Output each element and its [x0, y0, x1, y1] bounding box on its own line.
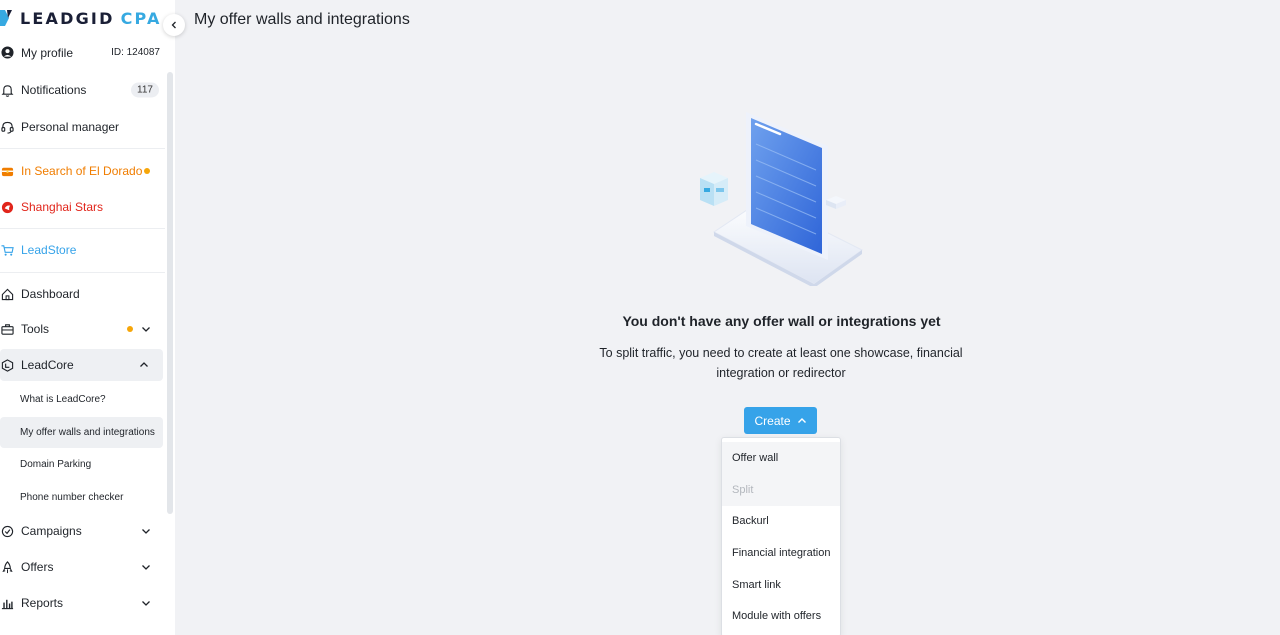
menu-item-offer-wall[interactable]: Offer wall	[722, 442, 840, 474]
sidebar-item-label: LeadCore	[21, 358, 74, 372]
headset-icon	[0, 120, 14, 134]
sidebar-scrollbar[interactable]	[167, 72, 173, 514]
sidebar-item-label: Notifications	[21, 83, 87, 97]
empty-state-title: You don't have any offer wall or integra…	[622, 313, 941, 329]
menu-item-financial-integration[interactable]: Financial integration	[722, 537, 840, 569]
sidebar-item-shanghai-stars[interactable]: Shanghai Stars	[0, 197, 165, 217]
chevron-left-icon	[171, 21, 176, 29]
divider	[0, 272, 165, 273]
empty-state-illustration	[700, 112, 863, 286]
menu-item-split: Split	[722, 474, 840, 506]
sidebar-item-leadstore[interactable]: LeadStore	[0, 240, 165, 260]
sidebar-item-campaigns[interactable]: Campaigns	[0, 521, 165, 541]
leadgid-logo-icon	[0, 10, 12, 26]
sidebar-item-label: LeadStore	[21, 243, 77, 257]
menu-item-backurl[interactable]: Backurl	[722, 505, 840, 537]
collapse-sidebar-button[interactable]	[163, 14, 185, 36]
logo-text: LEADGID CPA	[20, 8, 162, 28]
chevron-down-icon	[142, 565, 150, 570]
sidebar-item-offers[interactable]: Offers	[0, 557, 165, 577]
divider	[0, 228, 165, 229]
home-icon	[0, 287, 14, 301]
chevron-down-icon	[142, 601, 150, 606]
sidebar-item-label: Offers	[21, 560, 54, 574]
chevron-down-icon	[142, 327, 150, 332]
sidebar-item-leadcore[interactable]: LeadCore	[0, 349, 163, 381]
chevron-up-icon	[797, 417, 806, 423]
menu-item-smart-link[interactable]: Smart link	[722, 569, 840, 601]
rocket-icon	[0, 560, 14, 574]
sidebar-item-notifications[interactable]: Notifications 117	[0, 80, 165, 100]
sidebar-item-personal-manager[interactable]: Personal manager	[0, 117, 165, 137]
notification-count-badge: 117	[131, 82, 159, 98]
create-dropdown-menu: Offer wall Split Backurl Financial integ…	[721, 437, 841, 635]
user-id: ID: 124087	[111, 47, 160, 58]
sidebar-item-label: Personal manager	[21, 120, 120, 134]
sidebar-item-label: My profile	[21, 45, 74, 60]
bell-icon	[0, 83, 14, 97]
toolbox-icon	[0, 322, 14, 336]
sidebar-item-label: Dashboard	[21, 287, 80, 301]
sidebar-item-label: Tools	[21, 322, 50, 336]
sidebar-item-my-profile[interactable]: My profile ID: 124087	[0, 43, 165, 62]
sidebar-item-label: Reports	[21, 596, 64, 610]
leadcore-icon	[0, 358, 14, 372]
sidebar-item-el-dorado[interactable]: In Search of El Dorado	[0, 161, 165, 181]
new-indicator-dot	[144, 168, 150, 174]
sidebar-item-label: Shanghai Stars	[21, 200, 104, 214]
sidebar-subitem-phone-number-checker[interactable]: Phone number checker	[0, 482, 163, 513]
sidebar-subitem-my-offer-walls[interactable]: My offer walls and integrations	[0, 417, 163, 448]
sidebar-item-label: In Search of El Dorado	[21, 164, 143, 178]
campaigns-icon	[0, 524, 14, 538]
new-indicator-dot	[127, 326, 133, 332]
menu-item-module-with-offers[interactable]: Module with offers	[722, 600, 840, 632]
sidebar-subitem-what-is-leadcore[interactable]: What is LeadCore?	[0, 384, 163, 415]
create-button[interactable]: Create	[744, 407, 817, 434]
user-icon	[0, 46, 14, 60]
chevron-up-icon	[140, 362, 148, 367]
chevron-down-icon	[142, 529, 150, 534]
dragon-icon	[0, 200, 14, 214]
sidebar: LEADGID CPA My profile ID: 124087 Notific…	[0, 0, 175, 635]
treasure-chest-icon	[0, 164, 14, 178]
empty-state-description-line: integration or redirector	[716, 366, 846, 380]
create-button-label: Create	[754, 413, 791, 428]
sidebar-subitem-domain-parking[interactable]: Domain Parking	[0, 449, 163, 480]
bar-chart-icon	[0, 596, 14, 610]
empty-state-description-line: To split traffic, you need to create at …	[599, 346, 963, 360]
page-title: My offer walls and integrations	[194, 11, 410, 28]
sidebar-item-dashboard[interactable]: Dashboard	[0, 284, 165, 304]
sidebar-item-tools[interactable]: Tools	[0, 319, 165, 339]
empty-state-description: To split traffic, you need to create at …	[592, 343, 970, 383]
logo[interactable]: LEADGID CPA	[0, 6, 162, 30]
sidebar-item-reports[interactable]: Reports	[0, 593, 165, 613]
divider	[0, 148, 165, 149]
sidebar-item-label: Campaigns	[21, 524, 82, 538]
cart-icon	[0, 243, 14, 257]
